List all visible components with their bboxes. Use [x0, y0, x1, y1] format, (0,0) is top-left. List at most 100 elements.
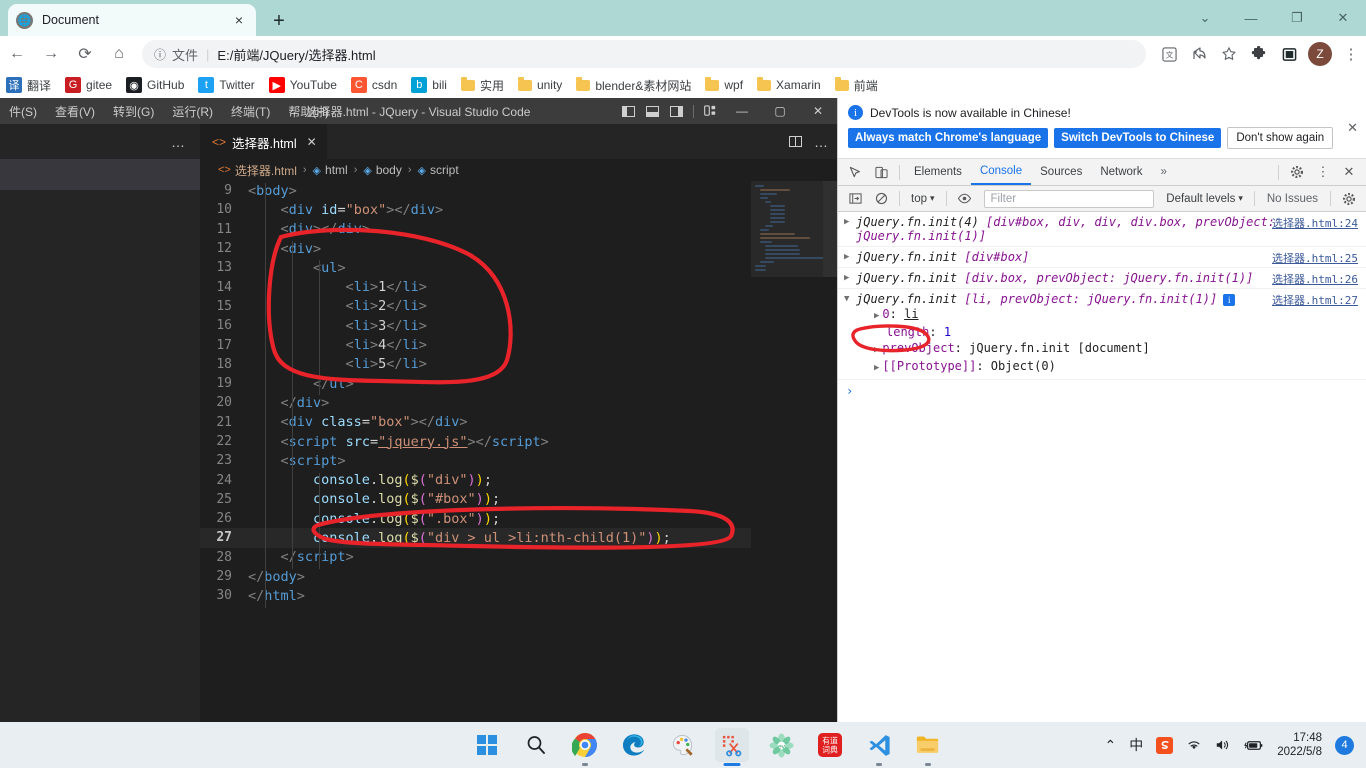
vscode-menu-item[interactable]: 帮助(H)	[279, 103, 338, 120]
code-line[interactable]: 26 console.log($(".box"));	[200, 509, 837, 528]
issues-badge[interactable]: No Issues	[1260, 191, 1325, 207]
bookmark-item[interactable]: 译翻译	[6, 77, 51, 94]
code-line[interactable]: 11 <div></div>	[200, 220, 837, 239]
code-line[interactable]: 15 <li>2</li>	[200, 297, 837, 316]
toggle-primary-sidebar-icon[interactable]	[616, 98, 640, 124]
breadcrumb-segment[interactable]: ◈ body	[363, 163, 402, 177]
vscode-maximize-button[interactable]: ▢	[761, 98, 799, 124]
volume-icon[interactable]	[1215, 738, 1231, 752]
breadcrumb-segment[interactable]: <> 选择器.html	[218, 162, 297, 179]
editor-more-icon[interactable]: …	[814, 134, 829, 150]
execution-context-selector[interactable]: top ▾	[905, 193, 941, 205]
close-icon[interactable]: ×	[230, 11, 248, 29]
code-line[interactable]: 28 </script>	[200, 548, 837, 567]
console-source-link[interactable]: 选择器.html:24	[1272, 215, 1358, 231]
gear-icon[interactable]	[1284, 159, 1310, 185]
toggle-secondary-sidebar-icon[interactable]	[664, 98, 688, 124]
bookmark-item[interactable]: Ccsdn	[350, 77, 397, 93]
customize-layout-icon[interactable]	[699, 98, 723, 124]
tab-sources[interactable]: Sources	[1031, 159, 1091, 185]
code-line[interactable]: 13 <ul>	[200, 258, 837, 277]
gear-icon[interactable]	[1336, 186, 1362, 212]
bookmark-item[interactable]: unity	[517, 76, 562, 92]
taskbar-clock[interactable]: 17:48 2022/5/8	[1277, 731, 1322, 759]
bookmark-item[interactable]: Xamarin	[757, 76, 821, 92]
tab-elements[interactable]: Elements	[905, 159, 971, 185]
forward-icon[interactable]: →	[34, 39, 68, 69]
battery-icon[interactable]	[1244, 739, 1264, 752]
sidebar-icon[interactable]	[1274, 39, 1304, 69]
back-icon[interactable]: ←	[0, 39, 34, 69]
browser-tab[interactable]: 🌐 Document ×	[8, 4, 256, 36]
bookmark-item[interactable]: ▶ YouTube	[268, 77, 337, 93]
console-sidebar-icon[interactable]	[842, 186, 868, 212]
code-line[interactable]: 30 </html>	[200, 586, 837, 605]
device-toolbar-icon[interactable]	[868, 159, 894, 185]
ime-indicator[interactable]: 中	[1129, 735, 1143, 755]
new-tab-button[interactable]: +	[266, 8, 292, 34]
console-property-row[interactable]: ▶ 0: li	[856, 306, 1360, 324]
code-line[interactable]: 24 console.log($("div"));	[200, 470, 837, 489]
expand-arrow-icon[interactable]: ▶	[874, 311, 879, 321]
avatar[interactable]: Z	[1308, 42, 1332, 66]
split-editor-icon[interactable]	[789, 136, 802, 147]
expand-arrow-icon[interactable]: ▼	[844, 294, 849, 304]
chrome-button[interactable]	[568, 728, 602, 766]
snipping-tool-button[interactable]	[715, 728, 749, 766]
code-line[interactable]: 23 <script>	[200, 451, 837, 470]
code-line[interactable]: 17 <li>4</li>	[200, 335, 837, 354]
sogou-ime-icon[interactable]	[1156, 736, 1174, 754]
switch-to-chinese-button[interactable]: Switch DevTools to Chinese	[1054, 128, 1222, 148]
console-source-link[interactable]: 选择器.html:27	[1272, 292, 1358, 308]
console-message[interactable]: ▶ jQuery.fn.init [div.box, prevObject: jQ…	[838, 268, 1366, 289]
console-property-row[interactable]: ▶ prevObject: jQuery.fn.init [document]	[856, 340, 1360, 358]
edge-button[interactable]	[617, 728, 651, 762]
bookmark-item[interactable]: blender&素材网站	[576, 76, 691, 94]
bookmark-star-icon[interactable]	[1214, 39, 1244, 69]
code-line[interactable]: 12 <div>	[200, 239, 837, 258]
tab-network[interactable]: Network	[1091, 159, 1151, 185]
devtools-more-icon[interactable]: ⋮	[1310, 159, 1336, 185]
side-panel-more-icon[interactable]: …	[0, 124, 200, 159]
editor-tab-selector-html[interactable]: <> 选择器.html ✕	[200, 124, 327, 159]
console-property-row[interactable]: length: 1	[856, 324, 1360, 340]
breadcrumb-segment[interactable]: ◈ html	[313, 163, 348, 177]
address-bar[interactable]: ⓘ 文件 | E:/前端/JQuery/选择器.html	[142, 40, 1146, 68]
console-source-link[interactable]: 选择器.html:26	[1272, 271, 1358, 287]
tabs-overflow-icon[interactable]: »	[1152, 159, 1176, 185]
console-message[interactable]: ▶ jQuery.fn.init [div#box] 选择器.html:25	[838, 247, 1366, 268]
vscode-menu-item[interactable]: 终端(T)	[222, 103, 279, 120]
code-line[interactable]: 22 <script src="jquery.js"></script>	[200, 432, 837, 451]
expand-arrow-icon[interactable]: ▶	[844, 217, 849, 227]
file-explorer-button[interactable]	[911, 728, 945, 766]
close-icon[interactable]: ✕	[1320, 0, 1366, 36]
vscode-menu-item[interactable]: 件(S)	[0, 103, 46, 120]
console-filter-input[interactable]: Filter	[983, 189, 1155, 208]
close-icon[interactable]: ✕	[1336, 159, 1362, 185]
log-levels-selector[interactable]: Default levels ▾	[1160, 193, 1249, 205]
bookmark-item[interactable]: b bili	[411, 77, 447, 93]
maximize-icon[interactable]: ❐	[1274, 0, 1320, 36]
wifi-icon[interactable]	[1186, 738, 1202, 752]
dont-show-again-button[interactable]: Don't show again	[1227, 127, 1334, 149]
vscode-menu-item[interactable]: 查看(V)	[46, 103, 104, 120]
bookmark-item[interactable]: ◉ GitHub	[126, 77, 184, 93]
bookmark-item[interactable]: 实用	[460, 76, 504, 94]
minimize-icon[interactable]: —	[1228, 0, 1274, 36]
bookmark-item[interactable]: t Twitter	[198, 77, 255, 93]
code-editor[interactable]: 9 <body> 10 <div id="box"></div> 11 <div></…	[200, 181, 837, 722]
notification-badge[interactable]: 4	[1335, 735, 1354, 755]
share-icon[interactable]	[1184, 39, 1214, 69]
console-prompt[interactable]: ›	[838, 380, 1366, 402]
tab-console[interactable]: Console	[970, 159, 1032, 185]
youdao-button[interactable]: 有道 词典	[813, 728, 847, 762]
code-line[interactable]: 10 <div id="box"></div>	[200, 200, 837, 219]
code-line[interactable]: 29 </body>	[200, 567, 837, 586]
side-panel-selected-row[interactable]	[0, 159, 200, 190]
expand-arrow-icon[interactable]: ▶	[844, 273, 849, 283]
editor-vertical-scrollbar[interactable]	[823, 181, 837, 722]
toggle-panel-icon[interactable]	[640, 98, 664, 124]
clear-console-icon[interactable]	[868, 186, 894, 212]
console-source-link[interactable]: 选择器.html:25	[1272, 250, 1358, 266]
code-line[interactable]: 19 </ul>	[200, 374, 837, 393]
